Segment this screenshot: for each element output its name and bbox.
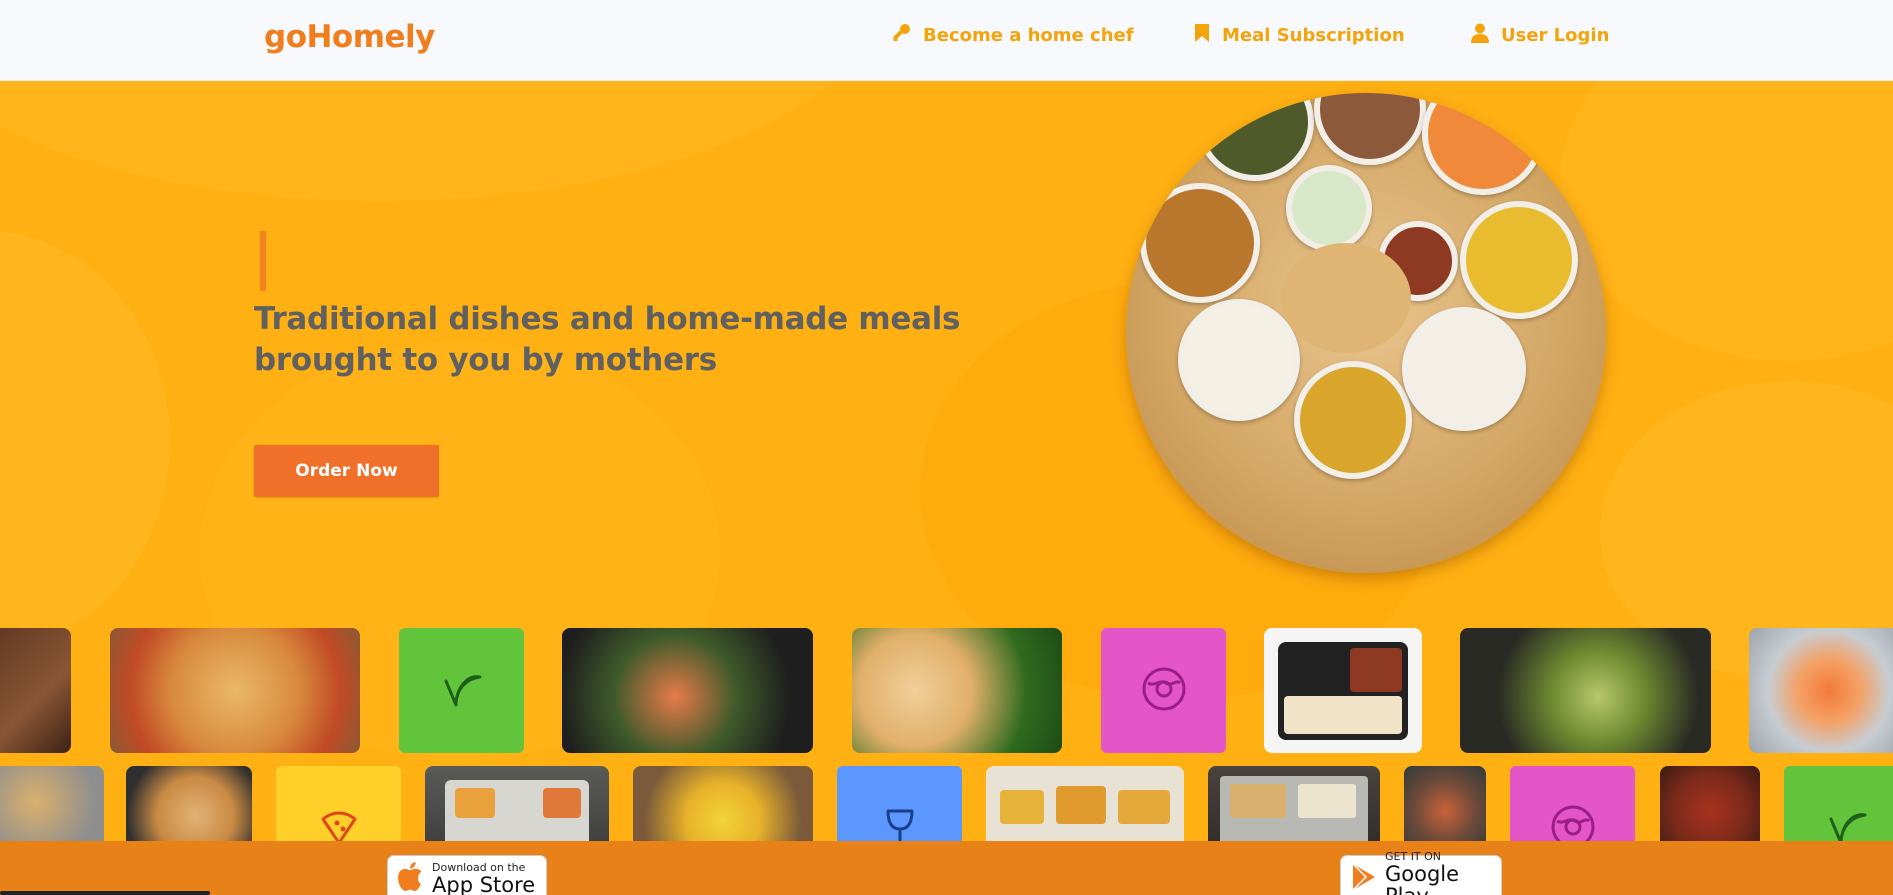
pulao-photo[interactable] xyxy=(633,766,813,841)
donut-icon xyxy=(1549,803,1597,841)
leaf-icon xyxy=(1825,805,1869,841)
vegan-category-2[interactable] xyxy=(1784,766,1893,841)
app-store-big-text: App Store xyxy=(432,873,536,895)
hero-headline: Traditional dishes and home-made meals b… xyxy=(254,301,961,378)
nav-user-login[interactable]: User Login xyxy=(1471,23,1610,48)
key-icon xyxy=(891,23,923,48)
top-navbar: goHomely Become a home chef Meal Subscri… xyxy=(0,0,1893,81)
leaf-icon xyxy=(440,667,484,715)
bg-blob xyxy=(0,231,170,651)
puri-photo[interactable] xyxy=(126,766,252,841)
headline-accent-bar xyxy=(260,231,266,291)
user-icon xyxy=(1471,23,1501,48)
nav-meal-subscription[interactable]: Meal Subscription xyxy=(1194,23,1405,48)
vegan-category[interactable] xyxy=(399,628,524,753)
curry-photo[interactable] xyxy=(1460,628,1711,753)
sushi-photo[interactable] xyxy=(1749,628,1893,753)
cookie-bar-edge xyxy=(0,891,210,895)
pizza-category[interactable] xyxy=(276,766,401,841)
donut-icon xyxy=(1140,665,1188,717)
steel-thali-photo[interactable] xyxy=(1208,766,1380,841)
brand-logo[interactable]: goHomely xyxy=(264,19,435,55)
order-now-button[interactable]: Order Now xyxy=(254,445,439,497)
bg-blob xyxy=(0,81,880,201)
idli-photo[interactable] xyxy=(852,628,1062,753)
hero-section: Traditional dishes and home-made meals b… xyxy=(0,81,1893,841)
meal-box-photo[interactable] xyxy=(1264,628,1422,753)
nav-meal-subscription-label: Meal Subscription xyxy=(1222,24,1405,46)
google-play-big-text: Google Play xyxy=(1385,862,1460,895)
dessert-category-2[interactable] xyxy=(1510,766,1635,841)
bg-blob xyxy=(1560,81,1893,361)
noodles-photo[interactable] xyxy=(1404,766,1486,841)
wine-glass-icon xyxy=(882,807,918,841)
thali-plate-image xyxy=(1126,93,1606,573)
dessert-category[interactable] xyxy=(1101,628,1226,753)
nav-become-home-chef[interactable]: Become a home chef xyxy=(891,23,1134,48)
thali-plate-photo[interactable] xyxy=(0,766,104,841)
chili-chicken-photo[interactable] xyxy=(1660,766,1760,841)
tiffin-photo[interactable] xyxy=(425,766,609,841)
app-store-badge[interactable]: Download on the App Store xyxy=(387,855,547,895)
pizza-photo[interactable] xyxy=(110,628,360,753)
play-store-icon xyxy=(1351,863,1377,895)
bookmark-icon xyxy=(1194,23,1222,48)
nav-user-login-label: User Login xyxy=(1501,24,1610,46)
drinks-category[interactable] xyxy=(837,766,962,841)
app-download-strip: Download on the App Store GET IT ON Goog… xyxy=(0,841,1893,895)
nav-become-home-chef-label: Become a home chef xyxy=(923,24,1134,46)
fried-chicken-photo[interactable] xyxy=(0,628,71,753)
google-play-badge[interactable]: GET IT ON Google Play xyxy=(1340,851,1502,895)
apple-icon xyxy=(398,862,424,895)
meal-tray-photo[interactable] xyxy=(986,766,1184,841)
pizza-icon xyxy=(319,807,359,841)
poke-bowl-photo[interactable] xyxy=(562,628,813,753)
